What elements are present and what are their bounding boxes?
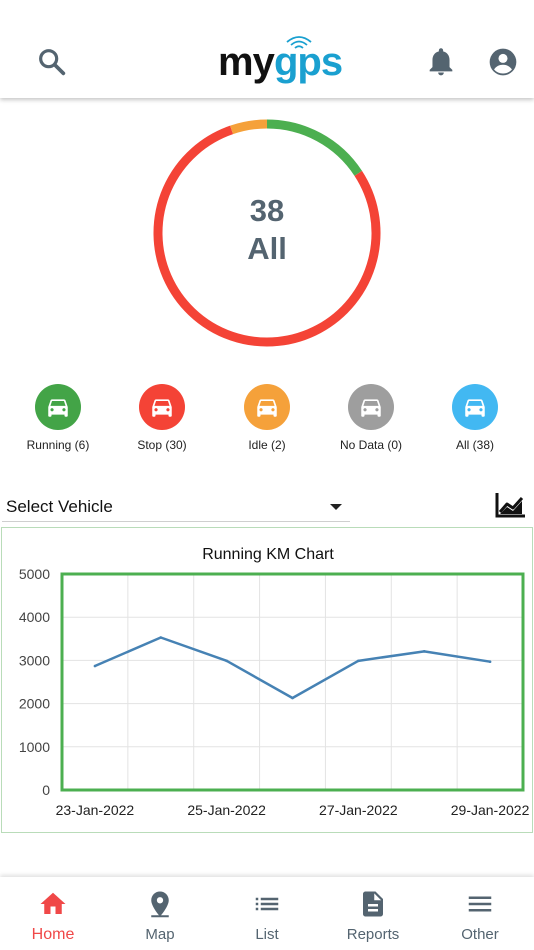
vehicle-status-donut[interactable]: 38 All [150, 116, 384, 350]
data-point [159, 636, 163, 639]
app-root: my gps 38 All Running (6) Stop (30) Idle… [0, 0, 534, 950]
data-point [488, 660, 492, 663]
account-circle-icon[interactable] [487, 46, 519, 78]
status-circle [348, 384, 394, 430]
status-circle [452, 384, 498, 430]
y-tick-label: 1000 [19, 739, 50, 755]
status-circle [139, 384, 185, 430]
running-km-chart-card: Running KM Chart 0 1000 2000 3000 4000 5000 23-… [1, 527, 533, 833]
home-icon [40, 892, 66, 914]
nav-label-map: Map [145, 926, 175, 943]
nav-label-reports: Reports [346, 926, 400, 943]
list-icon [255, 897, 279, 911]
document-icon [363, 891, 383, 917]
car-icon [48, 399, 68, 417]
status-filter-row: Running (6) Stop (30) Idle (2) No Data (… [0, 384, 534, 454]
plot-frame [60, 572, 525, 792]
status-running[interactable]: Running (6) [6, 384, 110, 452]
car-icon [152, 399, 172, 417]
data-point [225, 659, 228, 663]
status-circle [35, 384, 81, 430]
nav-label-home: Home [31, 926, 75, 943]
data-point [422, 650, 426, 653]
menu-icon [468, 896, 492, 912]
status-all[interactable]: All (38) [423, 384, 527, 452]
bell-icon[interactable] [425, 46, 457, 78]
map-pin-icon [151, 891, 169, 918]
car-icon [361, 399, 381, 417]
running-km-chart: Running KM Chart 0 1000 2000 3000 4000 5000 23-… [19, 546, 530, 818]
donut-label: All [247, 231, 287, 266]
nav-label-list: List [255, 926, 279, 943]
logo-text-my: my [218, 40, 275, 84]
nav-list[interactable]: List [214, 877, 320, 950]
y-tick-label: 0 [42, 782, 50, 798]
donut-segment-running [266, 119, 363, 176]
series-line [94, 636, 491, 700]
status-circle [244, 384, 290, 430]
data-point [93, 664, 97, 668]
select-vehicle-dropdown[interactable]: Select Vehicle [2, 492, 350, 522]
status-label: Stop (30) [137, 438, 187, 452]
x-tick-label: 23-Jan-2022 [56, 802, 135, 818]
car-icon [257, 399, 277, 417]
status-label: All (38) [455, 438, 494, 452]
status-label: Idle (2) [248, 438, 286, 452]
y-tick-label: 5000 [19, 566, 50, 582]
nav-home[interactable]: Home [0, 877, 106, 950]
status-label: No Data (0) [339, 438, 403, 452]
wifi-signal-icon [286, 36, 312, 49]
x-tick-label: 27-Jan-2022 [319, 802, 398, 818]
mygps-logo: my gps [218, 36, 358, 90]
data-point [357, 659, 360, 663]
top-app-bar: my gps [0, 0, 534, 98]
bottom-navigation: Home Map List Reports Other [0, 877, 534, 950]
car-icon [465, 399, 485, 417]
donut-segment-idle [230, 119, 268, 135]
nav-map[interactable]: Map [107, 877, 213, 950]
nav-reports[interactable]: Reports [320, 877, 426, 950]
dropdown-arrow-icon [330, 504, 342, 510]
donut-center-text: 38 All [150, 192, 384, 268]
trending-up-chart-icon[interactable] [494, 490, 528, 520]
data-point [291, 696, 294, 700]
donut-total: 38 [249, 193, 285, 228]
status-no-data[interactable]: No Data (0) [319, 384, 423, 452]
chart-title: Running KM Chart [202, 546, 334, 563]
y-tick-label: 3000 [19, 652, 50, 668]
y-tick-label: 2000 [19, 696, 50, 712]
select-vehicle-value: Select Vehicle [6, 497, 113, 516]
search-icon[interactable] [36, 46, 68, 78]
status-idle[interactable]: Idle (2) [215, 384, 319, 452]
y-tick-label: 4000 [19, 609, 50, 625]
nav-label-other: Other [461, 926, 499, 943]
nav-other[interactable]: Other [427, 877, 533, 950]
status-stop[interactable]: Stop (30) [110, 384, 214, 452]
x-tick-label: 25-Jan-2022 [187, 802, 266, 818]
status-label: Running (6) [26, 438, 90, 452]
x-tick-label: 29-Jan-2022 [451, 802, 530, 818]
